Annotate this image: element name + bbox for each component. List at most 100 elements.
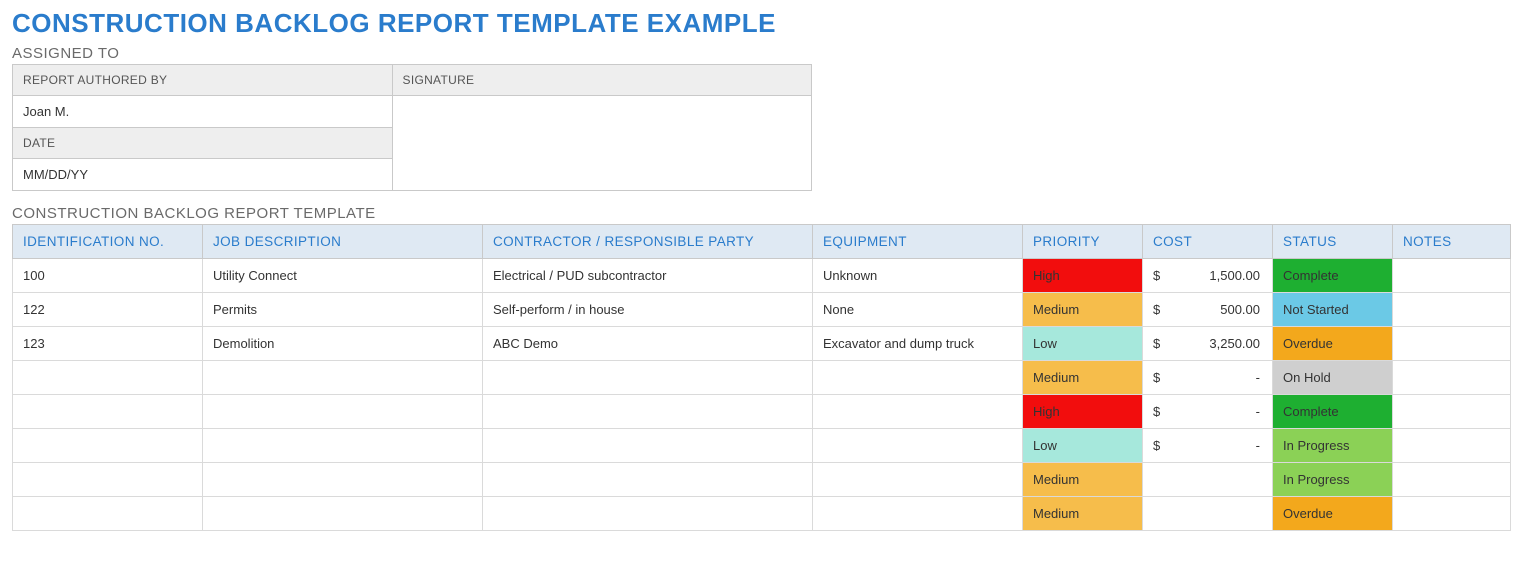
- cell-job[interactable]: [203, 429, 483, 463]
- cost-value: 1,500.00: [1153, 268, 1260, 283]
- cell-contractor[interactable]: [483, 395, 813, 429]
- table-row[interactable]: High$-Complete: [13, 395, 1511, 429]
- cell-id[interactable]: [13, 463, 203, 497]
- cell-job[interactable]: [203, 497, 483, 531]
- table-row[interactable]: Medium$-On Hold: [13, 361, 1511, 395]
- cell-priority[interactable]: High: [1023, 259, 1143, 293]
- cell-job[interactable]: Permits: [203, 293, 483, 327]
- cell-id[interactable]: [13, 429, 203, 463]
- value-authored-by[interactable]: Joan M.: [13, 96, 393, 128]
- cost-value: -: [1153, 438, 1260, 453]
- cell-equipment[interactable]: Unknown: [813, 259, 1023, 293]
- value-signature[interactable]: [392, 96, 811, 191]
- cost-value: 3,250.00: [1153, 336, 1260, 351]
- cell-priority[interactable]: Medium: [1023, 293, 1143, 327]
- value-date[interactable]: MM/DD/YY: [13, 159, 393, 191]
- cell-cost[interactable]: $-: [1143, 361, 1273, 395]
- currency-symbol: $: [1153, 404, 1160, 419]
- col-notes: NOTES: [1393, 225, 1511, 259]
- cell-job[interactable]: Demolition: [203, 327, 483, 361]
- page-title: CONSTRUCTION BACKLOG REPORT TEMPLATE EXA…: [12, 8, 1509, 39]
- cell-notes[interactable]: [1393, 463, 1511, 497]
- cell-equipment[interactable]: [813, 361, 1023, 395]
- cell-id[interactable]: [13, 497, 203, 531]
- cell-priority[interactable]: Medium: [1023, 463, 1143, 497]
- currency-symbol: $: [1153, 370, 1160, 385]
- currency-symbol: $: [1153, 302, 1160, 317]
- cell-contractor[interactable]: [483, 463, 813, 497]
- cell-priority[interactable]: High: [1023, 395, 1143, 429]
- col-cost: COST: [1143, 225, 1273, 259]
- backlog-heading: CONSTRUCTION BACKLOG REPORT TEMPLATE: [12, 205, 1509, 222]
- cell-job[interactable]: [203, 361, 483, 395]
- cell-equipment[interactable]: [813, 395, 1023, 429]
- cell-priority[interactable]: Low: [1023, 429, 1143, 463]
- table-row[interactable]: Low$-In Progress: [13, 429, 1511, 463]
- cell-priority[interactable]: Low: [1023, 327, 1143, 361]
- cell-status[interactable]: Overdue: [1273, 497, 1393, 531]
- cell-id[interactable]: [13, 361, 203, 395]
- cell-contractor[interactable]: Self-perform / in house: [483, 293, 813, 327]
- col-equipment: EQUIPMENT: [813, 225, 1023, 259]
- backlog-table: IDENTIFICATION NO. JOB DESCRIPTION CONTR…: [12, 224, 1511, 531]
- cell-job[interactable]: [203, 395, 483, 429]
- table-row[interactable]: 100Utility ConnectElectrical / PUD subco…: [13, 259, 1511, 293]
- cell-equipment[interactable]: [813, 497, 1023, 531]
- label-date: DATE: [13, 128, 393, 159]
- cell-job[interactable]: Utility Connect: [203, 259, 483, 293]
- cell-contractor[interactable]: Electrical / PUD subcontractor: [483, 259, 813, 293]
- cell-status[interactable]: On Hold: [1273, 361, 1393, 395]
- cell-equipment[interactable]: [813, 429, 1023, 463]
- col-priority: PRIORITY: [1023, 225, 1143, 259]
- backlog-header-row: IDENTIFICATION NO. JOB DESCRIPTION CONTR…: [13, 225, 1511, 259]
- cell-status[interactable]: In Progress: [1273, 463, 1393, 497]
- cell-cost[interactable]: $3,250.00: [1143, 327, 1273, 361]
- cell-cost[interactable]: $1,500.00: [1143, 259, 1273, 293]
- cell-job[interactable]: [203, 463, 483, 497]
- cell-notes[interactable]: [1393, 429, 1511, 463]
- cell-notes[interactable]: [1393, 293, 1511, 327]
- cell-equipment[interactable]: Excavator and dump truck: [813, 327, 1023, 361]
- col-contractor: CONTRACTOR / RESPONSIBLE PARTY: [483, 225, 813, 259]
- cell-cost[interactable]: $500.00: [1143, 293, 1273, 327]
- cell-status[interactable]: Overdue: [1273, 327, 1393, 361]
- table-row[interactable]: Medium In Progress: [13, 463, 1511, 497]
- cell-equipment[interactable]: None: [813, 293, 1023, 327]
- cell-id[interactable]: 100: [13, 259, 203, 293]
- cell-status[interactable]: Complete: [1273, 259, 1393, 293]
- table-row[interactable]: 123DemolitionABC DemoExcavator and dump …: [13, 327, 1511, 361]
- col-job: JOB DESCRIPTION: [203, 225, 483, 259]
- cell-contractor[interactable]: ABC Demo: [483, 327, 813, 361]
- cell-cost[interactable]: $-: [1143, 395, 1273, 429]
- cell-equipment[interactable]: [813, 463, 1023, 497]
- cell-status[interactable]: Not Started: [1273, 293, 1393, 327]
- cell-notes[interactable]: [1393, 497, 1511, 531]
- cost-value: -: [1153, 404, 1260, 419]
- cell-notes[interactable]: [1393, 259, 1511, 293]
- col-id: IDENTIFICATION NO.: [13, 225, 203, 259]
- label-authored-by: REPORT AUTHORED BY: [13, 65, 393, 96]
- cell-status[interactable]: In Progress: [1273, 429, 1393, 463]
- cell-cost[interactable]: [1143, 497, 1273, 531]
- col-status: STATUS: [1273, 225, 1393, 259]
- cell-id[interactable]: [13, 395, 203, 429]
- cell-notes[interactable]: [1393, 327, 1511, 361]
- label-signature: SIGNATURE: [392, 65, 811, 96]
- cell-contractor[interactable]: [483, 361, 813, 395]
- cell-priority[interactable]: Medium: [1023, 497, 1143, 531]
- currency-symbol: $: [1153, 336, 1160, 351]
- cell-id[interactable]: 122: [13, 293, 203, 327]
- currency-symbol: $: [1153, 268, 1160, 283]
- table-row[interactable]: 122PermitsSelf-perform / in houseNoneMed…: [13, 293, 1511, 327]
- cell-priority[interactable]: Medium: [1023, 361, 1143, 395]
- cell-notes[interactable]: [1393, 395, 1511, 429]
- cell-cost[interactable]: $-: [1143, 429, 1273, 463]
- cell-contractor[interactable]: [483, 429, 813, 463]
- assigned-heading: ASSIGNED TO: [12, 45, 1509, 62]
- table-row[interactable]: Medium Overdue: [13, 497, 1511, 531]
- cell-cost[interactable]: [1143, 463, 1273, 497]
- cell-status[interactable]: Complete: [1273, 395, 1393, 429]
- cell-contractor[interactable]: [483, 497, 813, 531]
- cell-notes[interactable]: [1393, 361, 1511, 395]
- cell-id[interactable]: 123: [13, 327, 203, 361]
